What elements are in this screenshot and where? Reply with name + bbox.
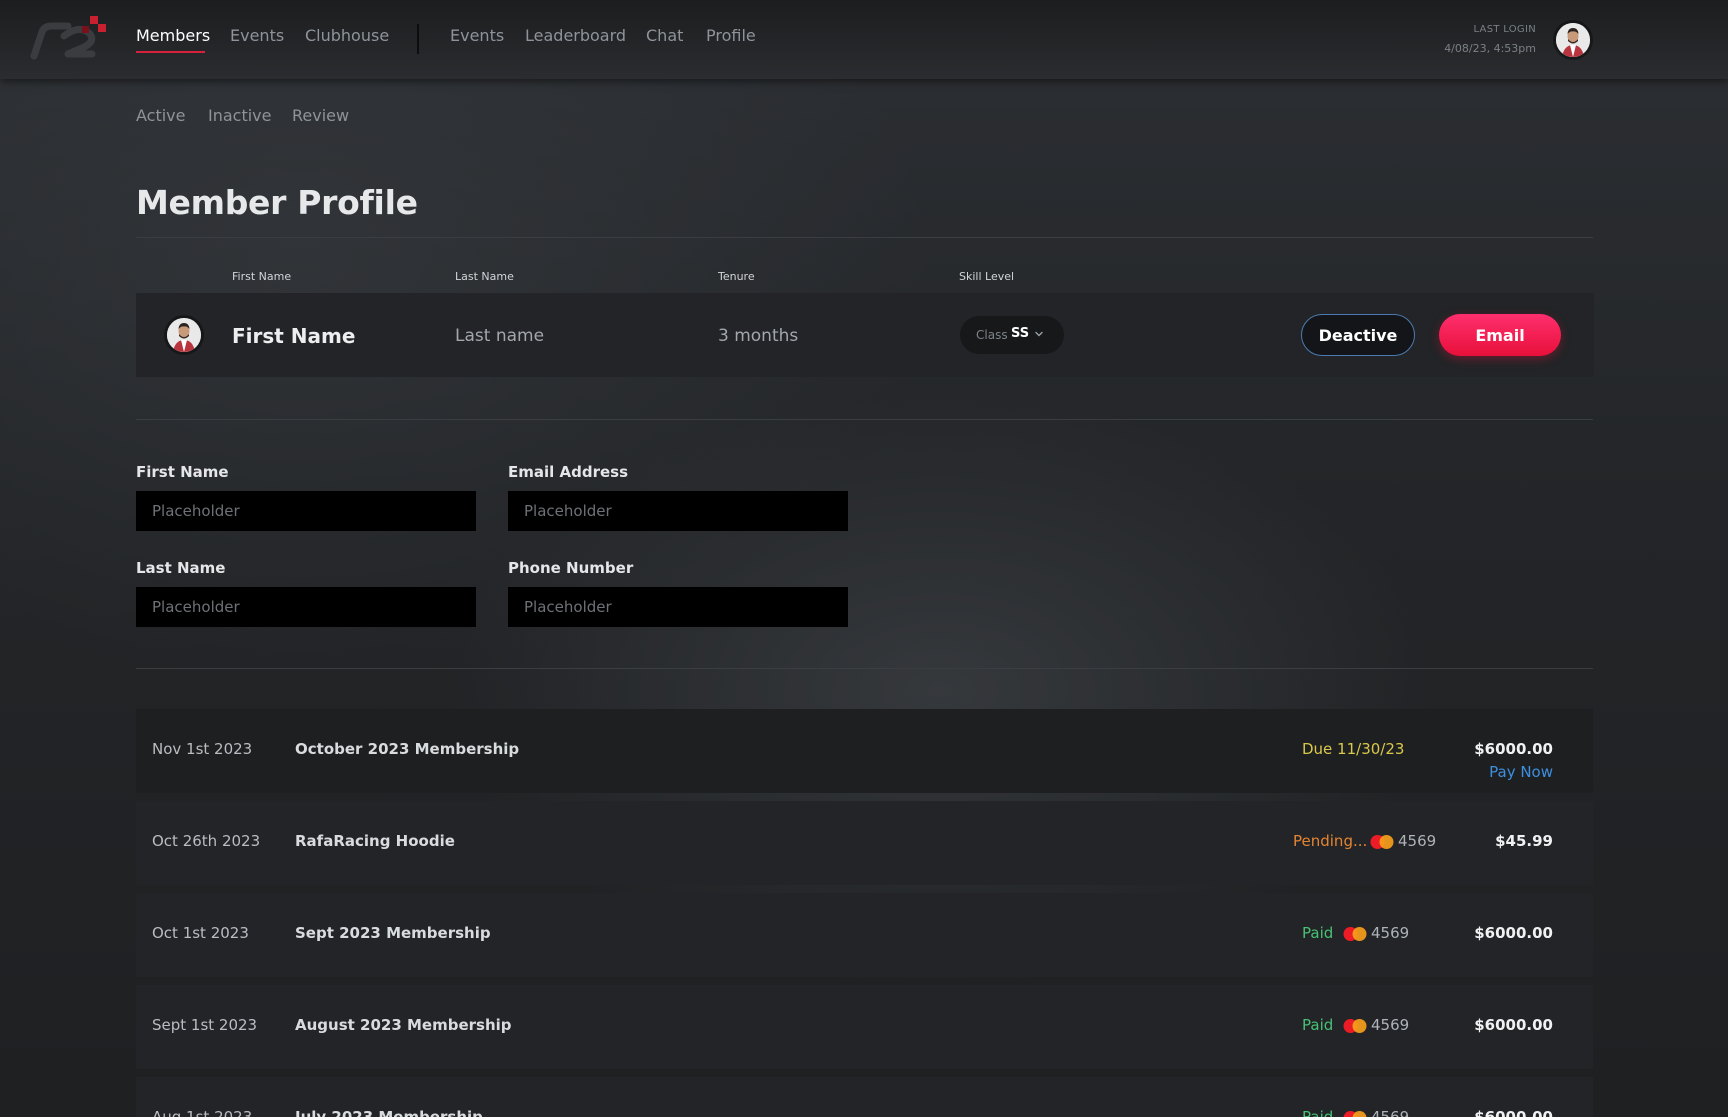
member-tenure: 3 months — [718, 326, 799, 346]
header-first-name: First Name — [232, 270, 292, 283]
transaction-amount: $6000.00 — [1474, 1016, 1553, 1034]
subnav-review[interactable]: Review — [292, 106, 349, 125]
transaction-amount: $6000.00 — [1474, 740, 1553, 758]
phone-number-field[interactable] — [508, 587, 848, 627]
mastercard-icon — [1370, 835, 1394, 849]
mastercard-icon — [1343, 927, 1367, 941]
header-tenure: Tenure — [718, 270, 755, 283]
status-badge: Paid — [1302, 1016, 1334, 1034]
transaction-amount: $6000.00 — [1474, 924, 1553, 942]
transaction-date: Aug 1st 2023 — [152, 1108, 253, 1117]
transaction-row: Sept 1st 2023 August 2023 Membership Pai… — [136, 985, 1593, 1069]
header-skill-level: Skill Level — [959, 270, 1015, 283]
nav-chat[interactable]: Chat — [646, 26, 683, 45]
divider — [136, 668, 1593, 669]
member-last-name: Last name — [455, 326, 545, 346]
last-name-label: Last Name — [136, 559, 226, 577]
last-login-time: 4/08/23, 4:53pm — [1444, 42, 1536, 55]
member-avatar-icon — [167, 318, 201, 352]
subnav-active[interactable]: Active — [136, 106, 186, 125]
status-badge: Due 11/30/23 — [1302, 740, 1405, 758]
divider — [136, 237, 1593, 238]
nav-leaderboard[interactable]: Leaderboard — [525, 26, 626, 45]
nav-members[interactable]: Members — [136, 26, 210, 45]
transaction-date: Oct 1st 2023 — [152, 924, 249, 942]
card-last-four: 4569 — [1371, 1016, 1410, 1034]
status-badge: Paid — [1302, 1108, 1334, 1117]
class-label: Class — [976, 328, 1008, 342]
nav-clubhouse[interactable]: Clubhouse — [305, 26, 389, 45]
transaction-row: Oct 26th 2023 RafaRacing Hoodie Pending.… — [136, 801, 1593, 885]
member-first-name: First Name — [232, 324, 356, 348]
chevron-down-icon — [1035, 331, 1043, 337]
transaction-row: Oct 1st 2023 Sept 2023 Membership Paid 4… — [136, 893, 1593, 977]
deactive-button[interactable]: Deactive — [1301, 314, 1415, 356]
transaction-date: Oct 26th 2023 — [152, 832, 261, 850]
nav-events-secondary[interactable]: Events — [450, 26, 504, 45]
active-nav-indicator — [136, 51, 205, 53]
pay-now-link[interactable]: Pay Now — [1489, 763, 1553, 781]
mastercard-icon — [1343, 1019, 1367, 1033]
email-button[interactable]: Email — [1439, 314, 1561, 356]
first-name-field[interactable] — [136, 491, 476, 531]
phone-number-label: Phone Number — [508, 559, 634, 577]
header-last-name: Last Name — [455, 270, 514, 283]
status-badge: Pending... — [1293, 832, 1368, 850]
rafaracing-logo[interactable] — [28, 14, 106, 64]
mastercard-icon — [1343, 1111, 1367, 1117]
transaction-amount: $6000.00 — [1474, 1108, 1553, 1117]
status-badge: Paid — [1302, 924, 1334, 942]
top-navigation-bar: Members Events Clubhouse Events Leaderbo… — [0, 0, 1728, 79]
last-login-label: LAST LOGIN — [1473, 24, 1536, 35]
transaction-description: Sept 2023 Membership — [295, 924, 491, 942]
nav-divider — [417, 24, 419, 54]
user-avatar-icon — [1556, 23, 1590, 57]
member-avatar — [167, 318, 201, 352]
email-field[interactable] — [508, 491, 848, 531]
transaction-date: Nov 1st 2023 — [152, 740, 253, 758]
card-last-four: 4569 — [1398, 832, 1437, 850]
card-last-four: 4569 — [1371, 1108, 1410, 1117]
transaction-description: October 2023 Membership — [295, 740, 520, 758]
user-avatar[interactable] — [1556, 23, 1590, 57]
skill-level-select[interactable]: Class SS — [960, 316, 1064, 354]
nav-profile[interactable]: Profile — [706, 26, 756, 45]
transaction-row: Nov 1st 2023 October 2023 Membership Due… — [136, 709, 1593, 793]
transaction-description: July 2023 Membership — [295, 1108, 483, 1117]
subnav-inactive[interactable]: Inactive — [208, 106, 272, 125]
class-value: SS — [1011, 326, 1030, 341]
last-name-field[interactable] — [136, 587, 476, 627]
transaction-row: Aug 1st 2023 July 2023 Membership Paid 4… — [136, 1077, 1593, 1117]
nav-events[interactable]: Events — [230, 26, 284, 45]
transaction-date: Sept 1st 2023 — [152, 1016, 258, 1034]
divider — [136, 419, 1593, 420]
card-last-four: 4569 — [1371, 924, 1410, 942]
transaction-description: RafaRacing Hoodie — [295, 832, 455, 850]
transaction-description: August 2023 Membership — [295, 1016, 512, 1034]
page-title: Member Profile — [136, 183, 418, 222]
first-name-label: First Name — [136, 463, 229, 481]
transaction-amount: $45.99 — [1495, 832, 1553, 850]
email-address-label: Email Address — [508, 463, 629, 481]
